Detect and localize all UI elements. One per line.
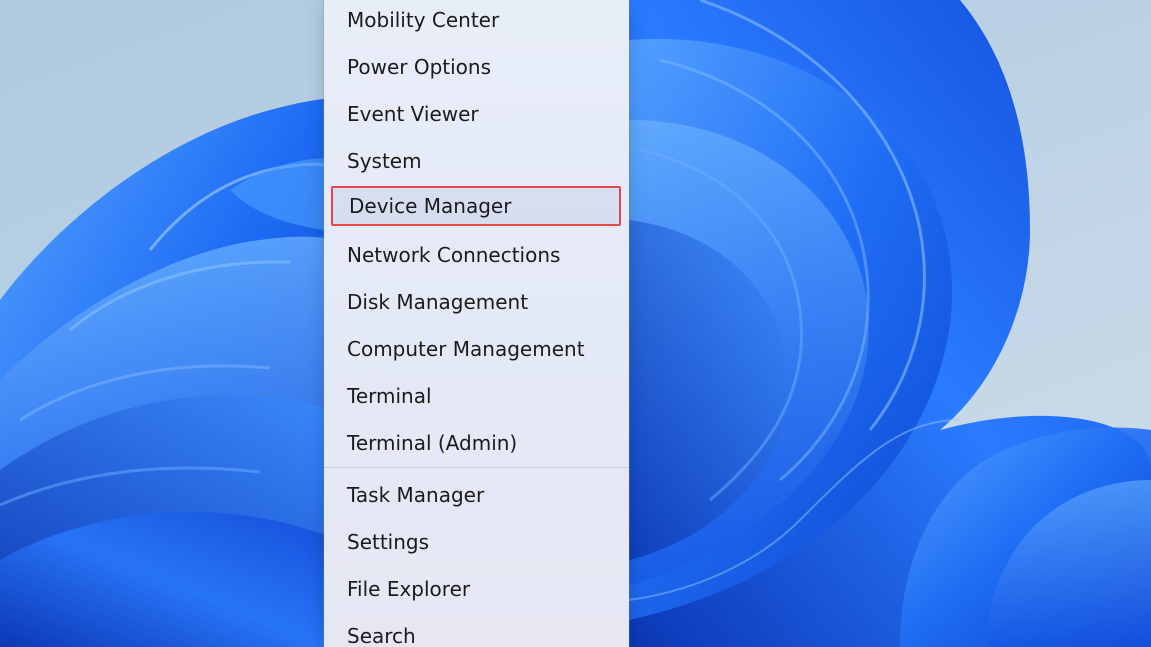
menu-item-event-viewer[interactable]: Event Viewer	[324, 94, 629, 134]
menu-item-power-options[interactable]: Power Options	[324, 47, 629, 87]
menu-item-disk-management[interactable]: Disk Management	[324, 282, 629, 322]
menu-item-network-connections[interactable]: Network Connections	[324, 235, 629, 275]
desktop: Mobility Center Power Options Event View…	[0, 0, 1151, 647]
menu-item-device-manager[interactable]: Device Manager	[331, 186, 621, 226]
menu-item-system[interactable]: System	[324, 141, 629, 181]
menu-separator	[324, 467, 629, 468]
menu-item-computer-management[interactable]: Computer Management	[324, 329, 629, 369]
menu-item-search[interactable]: Search	[324, 616, 629, 647]
menu-item-settings[interactable]: Settings	[324, 522, 629, 562]
quick-link-context-menu: Mobility Center Power Options Event View…	[324, 0, 629, 647]
menu-item-mobility-center[interactable]: Mobility Center	[324, 0, 629, 40]
menu-item-task-manager[interactable]: Task Manager	[324, 475, 629, 515]
menu-item-terminal-admin[interactable]: Terminal (Admin)	[324, 423, 629, 463]
menu-item-terminal[interactable]: Terminal	[324, 376, 629, 416]
menu-item-file-explorer[interactable]: File Explorer	[324, 569, 629, 609]
